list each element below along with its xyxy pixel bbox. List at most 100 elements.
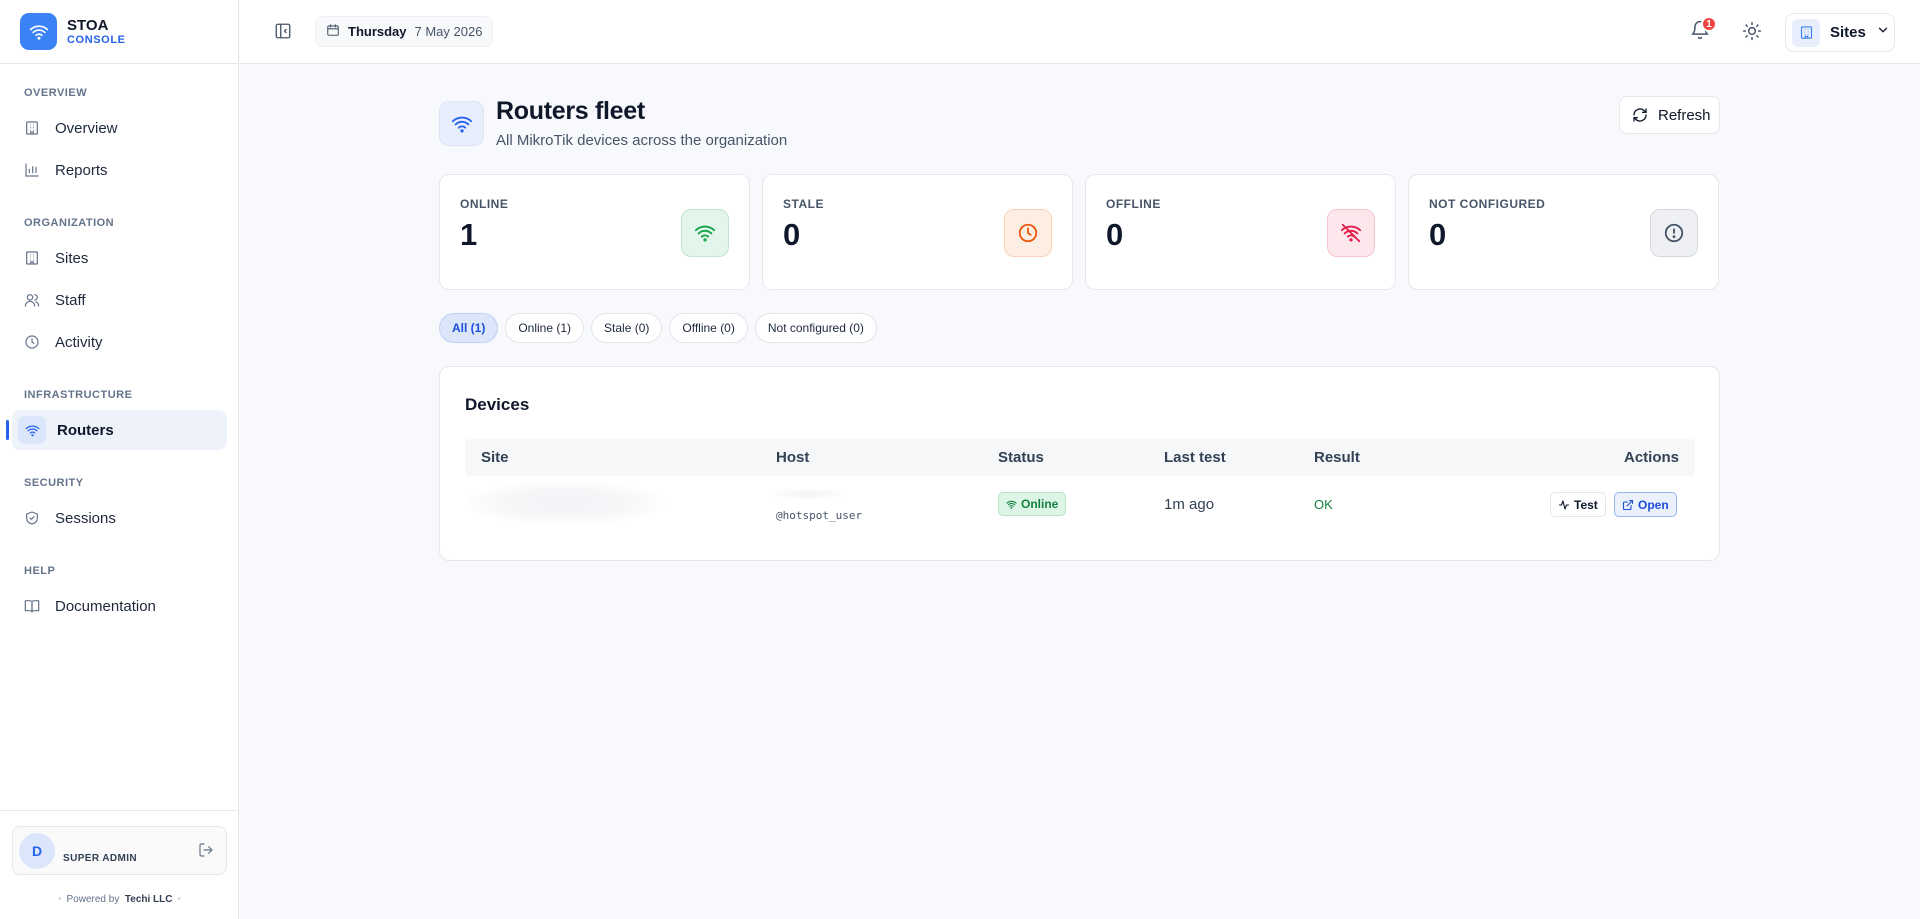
sun-icon[interactable] [1742, 21, 1762, 46]
sidebar-item-label: Activity [55, 333, 103, 351]
wifi-icon [1006, 500, 1017, 509]
nav-heading-infrastructure: INFRASTRUCTURE [24, 389, 133, 401]
refresh-button[interactable]: Refresh [1619, 96, 1720, 134]
test-result: OK [1314, 497, 1333, 512]
refresh-label: Refresh [1658, 106, 1711, 124]
sidebar-item-reports[interactable]: Reports [12, 150, 227, 190]
column-header-site[interactable]: Site [481, 449, 509, 466]
page-title: Routers fleet [496, 97, 645, 125]
sidebar-item-overview[interactable]: Overview [12, 108, 227, 148]
avatar[interactable]: D [19, 832, 55, 869]
powered-by-label: Powered by [66, 894, 120, 905]
table-row[interactable]: @hotspot_user Online 1m ago OK Test Open [465, 476, 1695, 536]
sidebar-item-label: Staff [55, 291, 86, 309]
wifi-icon [18, 416, 46, 444]
clock-icon [24, 334, 40, 350]
users-icon [24, 292, 40, 308]
open-button-label: Open [1638, 497, 1669, 512]
status-badge: Online [998, 492, 1067, 516]
stat-card-not-configured: NOT CONFIGURED 0 [1408, 174, 1719, 290]
brand-logo [20, 13, 57, 50]
sidebar-item-label: Sessions [55, 509, 116, 527]
filter-not-configured[interactable]: Not configured (0) [754, 313, 877, 343]
host-user: @hotspot_user [776, 509, 863, 522]
sidebar-toggle-icon[interactable] [274, 22, 292, 45]
sidebar-item-sites[interactable]: Sites [12, 238, 227, 278]
sidebar-item-routers[interactable]: Routers [6, 410, 227, 450]
chevron-down-icon [1876, 23, 1890, 42]
sidebar-item-documentation[interactable]: Documentation [12, 586, 227, 626]
wifi-off-icon [1327, 209, 1375, 257]
status-label: Online [1021, 497, 1059, 511]
sidebar: STOA CONSOLE OVERVIEW Overview Reports O… [0, 0, 239, 919]
nav-heading-security: SECURITY [24, 477, 84, 489]
filter-all[interactable]: All (1) [439, 313, 499, 343]
activity-icon [1558, 499, 1570, 510]
filter-offline[interactable]: Offline (0) [669, 313, 748, 343]
column-header-actions: Actions [1623, 449, 1679, 466]
notification-badge: 1 [1701, 16, 1717, 32]
sidebar-item-label: Overview [55, 119, 118, 137]
sidebar-item-staff[interactable]: Staff [12, 280, 227, 320]
calendar-icon [326, 23, 340, 40]
host-name-redacted [768, 488, 848, 500]
date-day: Thursday [348, 24, 407, 39]
shield-icon [24, 510, 40, 526]
sites-switcher[interactable]: Sites [1785, 13, 1895, 52]
filter-stale[interactable]: Stale (0) [591, 313, 663, 343]
column-header-result[interactable]: Result [1314, 449, 1360, 466]
brand-subtitle: CONSOLE [67, 33, 126, 46]
book-icon [24, 598, 40, 614]
bar-chart-icon [24, 162, 40, 178]
sidebar-item-label: Routers [57, 421, 114, 439]
nav-heading-organization: ORGANIZATION [24, 217, 115, 229]
devices-title: Devices [465, 395, 530, 414]
test-button-label: Test [1574, 497, 1598, 512]
nav-group-organization: ORGANIZATION Sites Staff Activity [0, 216, 239, 362]
stat-card-stale: STALE 0 [762, 174, 1073, 290]
wifi-icon [681, 209, 729, 257]
open-button[interactable]: Open [1614, 492, 1677, 517]
stat-label: STALE [783, 197, 824, 211]
last-test: 1m ago [1164, 496, 1215, 513]
stat-value: 0 [1429, 217, 1447, 252]
user-card[interactable]: D SUPER ADMIN [12, 826, 227, 875]
nav-group-overview: OVERVIEW Overview Reports [0, 86, 239, 190]
active-indicator [6, 420, 9, 440]
column-header-last-test[interactable]: Last test [1164, 449, 1226, 466]
sites-switcher-label: Sites [1830, 24, 1866, 41]
sidebar-divider [0, 810, 239, 811]
nav-heading-overview: OVERVIEW [24, 87, 88, 99]
stat-card-offline: OFFLINE 0 [1085, 174, 1396, 290]
building-icon [24, 120, 40, 136]
building-icon [24, 250, 40, 266]
site-cell-redacted [465, 481, 665, 525]
stat-value: 0 [783, 217, 801, 252]
stat-label: ONLINE [460, 197, 509, 211]
date-value: 7 May 2026 [414, 24, 483, 39]
user-role: SUPER ADMIN [63, 853, 138, 864]
column-header-status[interactable]: Status [998, 449, 1044, 466]
brand-name: STOA [67, 16, 109, 34]
wifi-icon [29, 24, 48, 40]
refresh-icon [1633, 108, 1647, 122]
stat-label: OFFLINE [1106, 197, 1161, 211]
date-chip: Thursday 7 May 2026 [315, 16, 494, 47]
sidebar-item-activity[interactable]: Activity [12, 322, 227, 362]
filter-online[interactable]: Online (1) [505, 313, 585, 343]
building-icon [1792, 18, 1820, 47]
nav-heading-help: HELP [24, 565, 56, 577]
test-button[interactable]: Test [1550, 492, 1606, 517]
sidebar-item-label: Documentation [55, 597, 156, 615]
company-name: Techi LLC [124, 894, 173, 905]
clock-icon [1004, 209, 1052, 257]
alert-circle-icon [1650, 209, 1698, 257]
logout-icon[interactable] [198, 842, 214, 863]
powered-by: • Powered by Techi LLC • [58, 894, 181, 905]
brand[interactable]: STOA CONSOLE [0, 0, 238, 64]
filter-pills: All (1) Online (1) Stale (0) Offline (0)… [439, 313, 884, 343]
page-subtitle: All MikroTik devices across the organiza… [496, 132, 788, 149]
nav-group-infrastructure: INFRASTRUCTURE Routers [0, 388, 239, 450]
sidebar-item-sessions[interactable]: Sessions [12, 498, 227, 538]
column-header-host[interactable]: Host [776, 449, 809, 466]
